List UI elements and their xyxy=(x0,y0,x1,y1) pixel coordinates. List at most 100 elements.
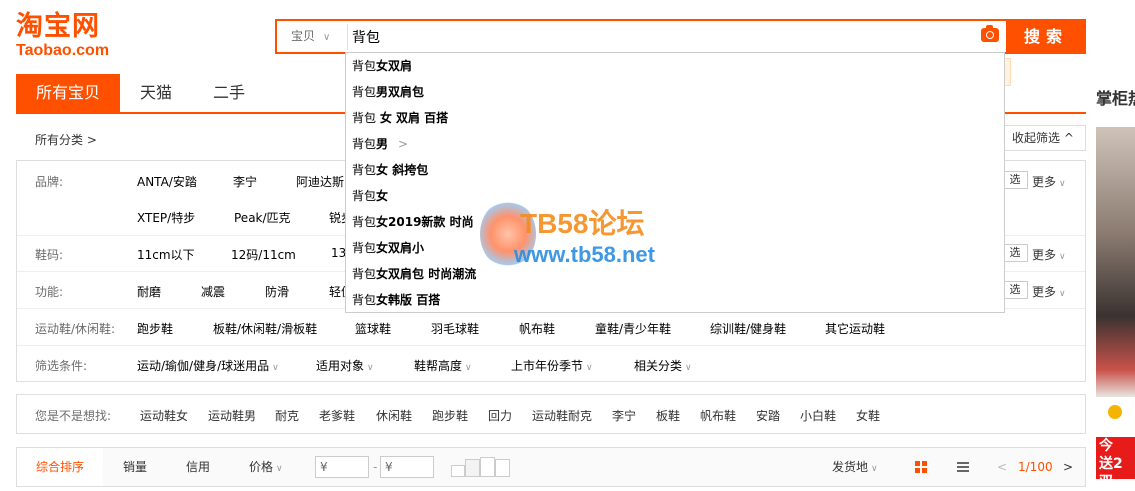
price-range-histogram[interactable] xyxy=(451,457,511,477)
list-view-icon[interactable] xyxy=(957,462,969,472)
condition-dropdown[interactable]: 鞋帮高度 ∨ xyxy=(414,357,472,374)
related-search-link[interactable]: 耐克 xyxy=(275,407,299,424)
price-max-input[interactable]: ¥ xyxy=(380,456,434,478)
sport-shoe-option[interactable]: 篮球鞋 xyxy=(355,320,391,337)
size-option[interactable]: 12码/11cm xyxy=(231,246,296,263)
chevron-down-icon: ∨ xyxy=(272,363,279,373)
filter-label-sport-shoes: 运动鞋/休闲鞋: xyxy=(35,322,116,336)
more-button[interactable]: 更多 ∨ xyxy=(1032,283,1066,300)
tab-all-items[interactable]: 所有宝贝 xyxy=(16,74,120,112)
suggestion-item[interactable]: 背包 女 双肩 百搭 xyxy=(352,105,448,131)
divider xyxy=(17,345,1085,346)
price-min-input[interactable]: ¥ xyxy=(315,456,369,478)
suggestion-item[interactable]: 背包女 斜挎包 xyxy=(352,157,428,183)
ship-from-dropdown[interactable]: 发货地 ∨ xyxy=(832,448,878,486)
camera-icon[interactable] xyxy=(981,25,999,42)
multi-select-button[interactable]: 选 xyxy=(1002,281,1028,299)
related-search-link[interactable]: 运动鞋女 xyxy=(140,407,188,424)
sport-shoe-option[interactable]: 综训鞋/健身鞋 xyxy=(710,320,786,337)
price-dash: - xyxy=(373,460,378,474)
collapse-filter-button[interactable]: 收起筛选 ^ xyxy=(1001,125,1086,151)
suggestion-item[interactable]: 背包男 > xyxy=(352,131,408,157)
more-button[interactable]: 更多 ∨ xyxy=(1032,173,1066,190)
sort-bar: 综合排序 销量 信用 价格 ∨ ¥ - ¥ 发货地 ∨ < 1/100 > xyxy=(16,447,1086,487)
related-search-link[interactable]: 板鞋 xyxy=(656,407,680,424)
more-button[interactable]: 更多 ∨ xyxy=(1032,246,1066,263)
sport-shoe-option[interactable]: 跑步鞋 xyxy=(137,320,173,337)
breadcrumb[interactable]: 所有分类 > xyxy=(35,131,97,148)
function-option[interactable]: 耐磨 xyxy=(137,283,161,300)
filter-label-brand: 品牌: xyxy=(35,175,64,189)
chevron-down-icon: ∨ xyxy=(276,464,283,474)
function-option[interactable]: 防滑 xyxy=(265,283,289,300)
suggestion-item[interactable]: 背包女双肩 xyxy=(352,53,412,79)
related-search-link[interactable]: 跑步鞋 xyxy=(432,407,468,424)
related-search-link[interactable]: 女鞋 xyxy=(856,407,880,424)
related-search-link[interactable]: 李宁 xyxy=(612,407,636,424)
sport-shoe-option[interactable]: 童鞋/青少年鞋 xyxy=(595,320,671,337)
suggestion-item[interactable]: 背包女 xyxy=(352,183,388,209)
grid-view-icon[interactable] xyxy=(915,461,927,473)
tab-tmall[interactable]: 天猫 xyxy=(126,74,186,112)
related-search-link[interactable]: 运动鞋男 xyxy=(208,407,256,424)
chevron-right-icon: > xyxy=(398,137,409,151)
brand-option[interactable]: Peak/匹克 xyxy=(234,209,291,226)
sport-shoe-option[interactable]: 帆布鞋 xyxy=(519,320,555,337)
taobao-logo[interactable]: 淘宝网 Taobao.com xyxy=(16,12,126,64)
prev-page-icon[interactable]: < xyxy=(997,448,1007,486)
sort-sales[interactable]: 销量 xyxy=(123,448,147,486)
brand-option[interactable]: 阿迪达斯 xyxy=(296,173,344,190)
condition-dropdown[interactable]: 相关分类 ∨ xyxy=(634,357,692,374)
promo-badges xyxy=(1096,397,1135,427)
chevron-down-icon: ∨ xyxy=(323,32,331,43)
related-search-link[interactable]: 帆布鞋 xyxy=(700,407,736,424)
related-search-link[interactable]: 安踏 xyxy=(756,407,780,424)
related-search-link[interactable]: 运动鞋耐克 xyxy=(532,407,592,424)
sport-shoe-option[interactable]: 其它运动鞋 xyxy=(825,320,885,337)
brand-option[interactable]: XTEP/特步 xyxy=(137,209,195,226)
logo-text-cn: 淘宝网 xyxy=(16,11,100,42)
condition-dropdown[interactable]: 适用对象 ∨ xyxy=(316,357,374,374)
search-input[interactable] xyxy=(347,24,975,50)
size-option[interactable]: 11cm以下 xyxy=(137,246,195,263)
sport-shoe-option[interactable]: 板鞋/休闲鞋/滑板鞋 xyxy=(213,320,317,337)
suggestion-item[interactable]: 背包女双肩包 时尚潮流 xyxy=(352,261,476,287)
size-option[interactable]: 13 xyxy=(331,246,346,260)
multi-select-button[interactable]: 选 xyxy=(1002,171,1028,189)
brand-option[interactable]: 李宁 xyxy=(233,173,257,190)
chevron-down-icon: ∨ xyxy=(586,363,593,373)
chevron-down-icon: ∨ xyxy=(1059,252,1066,262)
search-type-dropdown[interactable]: 宝贝 ∨ xyxy=(277,21,347,52)
suggestion-item[interactable]: 背包女双肩小 xyxy=(352,235,424,261)
filter-label-function: 功能: xyxy=(35,285,64,299)
related-searches: 您是不是想找: 运动鞋女 运动鞋男 耐克 老爹鞋 休闲鞋 跑步鞋 回力 运动鞋耐… xyxy=(16,394,1086,434)
chevron-down-icon: ∨ xyxy=(685,363,692,373)
search-button[interactable]: 搜索 xyxy=(1006,19,1086,54)
sort-credit[interactable]: 信用 xyxy=(186,448,210,486)
condition-dropdown[interactable]: 上市年份季节 ∨ xyxy=(511,357,593,374)
chevron-down-icon: ∨ xyxy=(465,363,472,373)
suggestion-item[interactable]: 背包男双肩包 xyxy=(352,79,424,105)
next-page-icon[interactable]: > xyxy=(1063,448,1073,486)
sport-shoe-option[interactable]: 羽毛球鞋 xyxy=(431,320,479,337)
filter-label-conditions: 筛选条件: xyxy=(35,359,88,373)
sort-default[interactable]: 综合排序 xyxy=(17,448,103,486)
promo-product-image[interactable] xyxy=(1096,127,1135,397)
condition-dropdown[interactable]: 运动/瑜伽/健身/球迷用品 ∨ xyxy=(137,357,279,374)
suggestion-item[interactable]: 背包女韩版 百搭 xyxy=(352,287,440,313)
related-search-link[interactable]: 回力 xyxy=(488,407,512,424)
promo-banner[interactable]: 今送2双 xyxy=(1096,437,1135,490)
tab-secondhand[interactable]: 二手 xyxy=(199,74,259,112)
related-search-link[interactable]: 老爹鞋 xyxy=(319,407,355,424)
related-searches-label: 您是不是想找: xyxy=(35,409,112,423)
function-option[interactable]: 减震 xyxy=(201,283,225,300)
pager-text: 1/100 xyxy=(1018,460,1053,474)
chevron-down-icon: ∨ xyxy=(1059,179,1066,189)
sort-price[interactable]: 价格 ∨ xyxy=(249,448,283,486)
search-suggestions: 背包女双肩 背包男双肩包 背包 女 双肩 百搭 背包男 > 背包女 斜挎包 背包女… xyxy=(345,52,1005,313)
related-search-link[interactable]: 休闲鞋 xyxy=(376,407,412,424)
related-search-link[interactable]: 小白鞋 xyxy=(800,407,836,424)
brand-option[interactable]: ANTA/安踏 xyxy=(137,173,197,190)
multi-select-button[interactable]: 选 xyxy=(1002,244,1028,262)
suggestion-item[interactable]: 背包女2019新款 时尚 xyxy=(352,209,474,235)
